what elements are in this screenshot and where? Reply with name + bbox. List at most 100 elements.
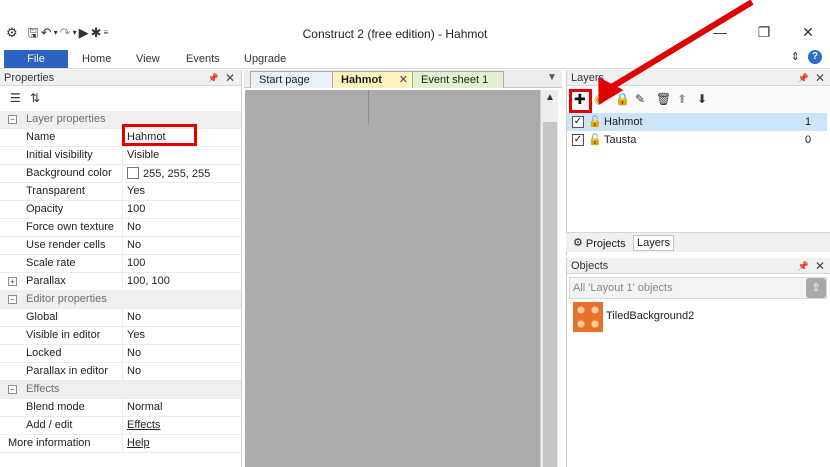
pencil-icon[interactable]: ✎ (635, 92, 645, 106)
layout-canvas[interactable] (245, 90, 540, 467)
layer-row[interactable]: ✓ 🔓 Tausta 0 (567, 131, 827, 149)
tab-event-sheet[interactable]: Event sheet 1 (412, 71, 504, 88)
move-up-icon[interactable]: ⬆ (677, 92, 687, 106)
column-divider (122, 183, 123, 201)
filter-label: All 'Layout 1' objects (573, 282, 673, 294)
property-label: More information (8, 437, 91, 449)
property-row[interactable]: Force own texture No (0, 219, 241, 237)
pin-icon[interactable]: 📌 (208, 70, 219, 86)
column-divider (122, 165, 123, 183)
properties-toolbar: ☰ ⇅ (0, 87, 242, 111)
layer-name: Hahmot (604, 116, 643, 128)
trash-icon[interactable]: 🗑 (656, 92, 671, 106)
move-down-icon[interactable]: ⬇ (697, 92, 707, 106)
tab-projects[interactable]: ⚙ Projects (570, 235, 626, 250)
property-label: Initial visibility (26, 149, 93, 161)
unlock-icon[interactable]: 🔓 (588, 131, 602, 149)
sort-alpha-icon[interactable]: ⇅ (30, 91, 40, 105)
property-link[interactable]: Help (127, 437, 150, 449)
property-row[interactable]: Initial visibility Visible (0, 147, 241, 165)
property-row[interactable]: Name Hahmot (0, 129, 241, 147)
tab-start-page[interactable]: Start page (250, 71, 334, 88)
property-row[interactable]: Transparent Yes (0, 183, 241, 201)
eye-icon[interactable]: ◉ (594, 92, 604, 106)
property-row[interactable]: + Parallax 100, 100 (0, 273, 241, 291)
ribbon-tab-view[interactable]: View (136, 53, 160, 65)
expand-icon[interactable]: + (8, 277, 17, 286)
objects-filter[interactable]: All 'Layout 1' objects ⇧ (569, 277, 827, 299)
help-icon[interactable]: ? (808, 50, 822, 64)
column-divider (122, 399, 123, 417)
property-label: Background color (26, 167, 112, 179)
layer-row[interactable]: ✓ 🔓 Hahmot 1 (567, 113, 827, 131)
property-row[interactable]: More information Help (0, 435, 241, 453)
property-category[interactable]: − Layer properties (0, 111, 241, 129)
column-divider (122, 237, 123, 255)
minimize-button[interactable]: — (698, 22, 742, 42)
property-row[interactable]: Locked No (0, 345, 241, 363)
collapse-icon[interactable]: − (8, 385, 17, 394)
property-value: Normal (127, 401, 163, 413)
ribbon-tab-upgrade[interactable]: Upgrade (244, 53, 286, 65)
pin-icon[interactable]: 📌 (798, 258, 809, 274)
pin-icon[interactable]: 📌 (798, 70, 809, 86)
property-label: Locked (26, 347, 62, 359)
tab-layers[interactable]: Layers (633, 235, 675, 251)
property-category[interactable]: − Editor properties (0, 291, 241, 309)
collapse-icon[interactable]: − (8, 115, 17, 124)
up-folder-icon[interactable]: ⇧ (806, 278, 826, 298)
tab-hahmot[interactable]: Hahmot ✕ (332, 71, 414, 88)
property-link[interactable]: Effects (127, 419, 160, 431)
property-label: Parallax in editor (26, 365, 108, 377)
property-value: 255, 255, 255 (127, 167, 210, 180)
highlight-add-layer (569, 89, 592, 113)
close-icon[interactable]: ✕ (399, 72, 408, 88)
property-row[interactable]: Add / edit Effects (0, 417, 241, 435)
canvas-guide (368, 90, 369, 124)
layers-header: Layers 📌 ✕ (567, 70, 830, 86)
property-row[interactable]: Visible in editor Yes (0, 327, 241, 345)
close-icon[interactable]: ✕ (815, 258, 825, 274)
categorized-icon[interactable]: ☰ (10, 91, 21, 105)
ribbon-tab-events[interactable]: Events (186, 53, 220, 65)
lock-icon[interactable]: 🔒 (615, 92, 630, 106)
vertical-scrollbar[interactable]: ▲ (540, 90, 558, 467)
column-divider (122, 327, 123, 345)
property-row[interactable]: Scale rate 100 (0, 255, 241, 273)
restore-button[interactable]: ❐ (742, 22, 786, 42)
scroll-up-icon[interactable]: ▲ (545, 92, 555, 103)
property-row[interactable]: Opacity 100 (0, 201, 241, 219)
properties-header: Properties 📌 ✕ (0, 70, 241, 86)
property-category[interactable]: − Effects (0, 381, 241, 399)
property-value: No (127, 347, 142, 359)
tab-label: Start page (259, 74, 310, 86)
file-menu-button[interactable]: File (4, 50, 68, 68)
layer-index: 1 (805, 116, 812, 128)
tab-dropdown-icon[interactable]: ▼ (547, 72, 557, 83)
layers-toolbar: ✚ ◉ 🔒 ✎ 🗑 ⬆ ⬇ (567, 87, 830, 113)
close-icon[interactable]: ✕ (815, 70, 825, 86)
property-row[interactable]: Blend mode Normal (0, 399, 241, 417)
property-row[interactable]: Use render cells No (0, 237, 241, 255)
unlock-icon[interactable]: 🔓 (588, 113, 602, 131)
ribbon-tab-home[interactable]: Home (82, 53, 111, 65)
property-row[interactable]: Background color 255, 255, 255 (0, 165, 241, 183)
property-label: Editor properties (26, 293, 107, 305)
ribbon-collapse-icon[interactable]: ⇕ (791, 50, 800, 63)
column-divider (122, 309, 123, 327)
checkbox-icon[interactable]: ✓ (572, 116, 584, 128)
checkbox-icon[interactable]: ✓ (572, 134, 584, 146)
property-value: 100 (127, 203, 146, 215)
close-icon[interactable]: ✕ (225, 70, 235, 86)
color-swatch[interactable] (127, 167, 139, 179)
tiled-background-thumbnail (573, 302, 603, 332)
tab-label: Hahmot (341, 74, 382, 86)
close-window-button[interactable]: ✕ (786, 22, 830, 42)
property-row[interactable]: Parallax in editor No (0, 363, 241, 381)
property-label: Transparent (26, 185, 85, 197)
scroll-thumb[interactable] (543, 122, 557, 467)
collapse-icon[interactable]: − (8, 295, 17, 304)
property-value: No (127, 311, 142, 323)
property-row[interactable]: Global No (0, 309, 241, 327)
title-bar: ⚙ 🖫 ↶ ▾ ↷ ▾ ▶ ✱ ≡ Construct 2 (free edit… (0, 0, 830, 46)
